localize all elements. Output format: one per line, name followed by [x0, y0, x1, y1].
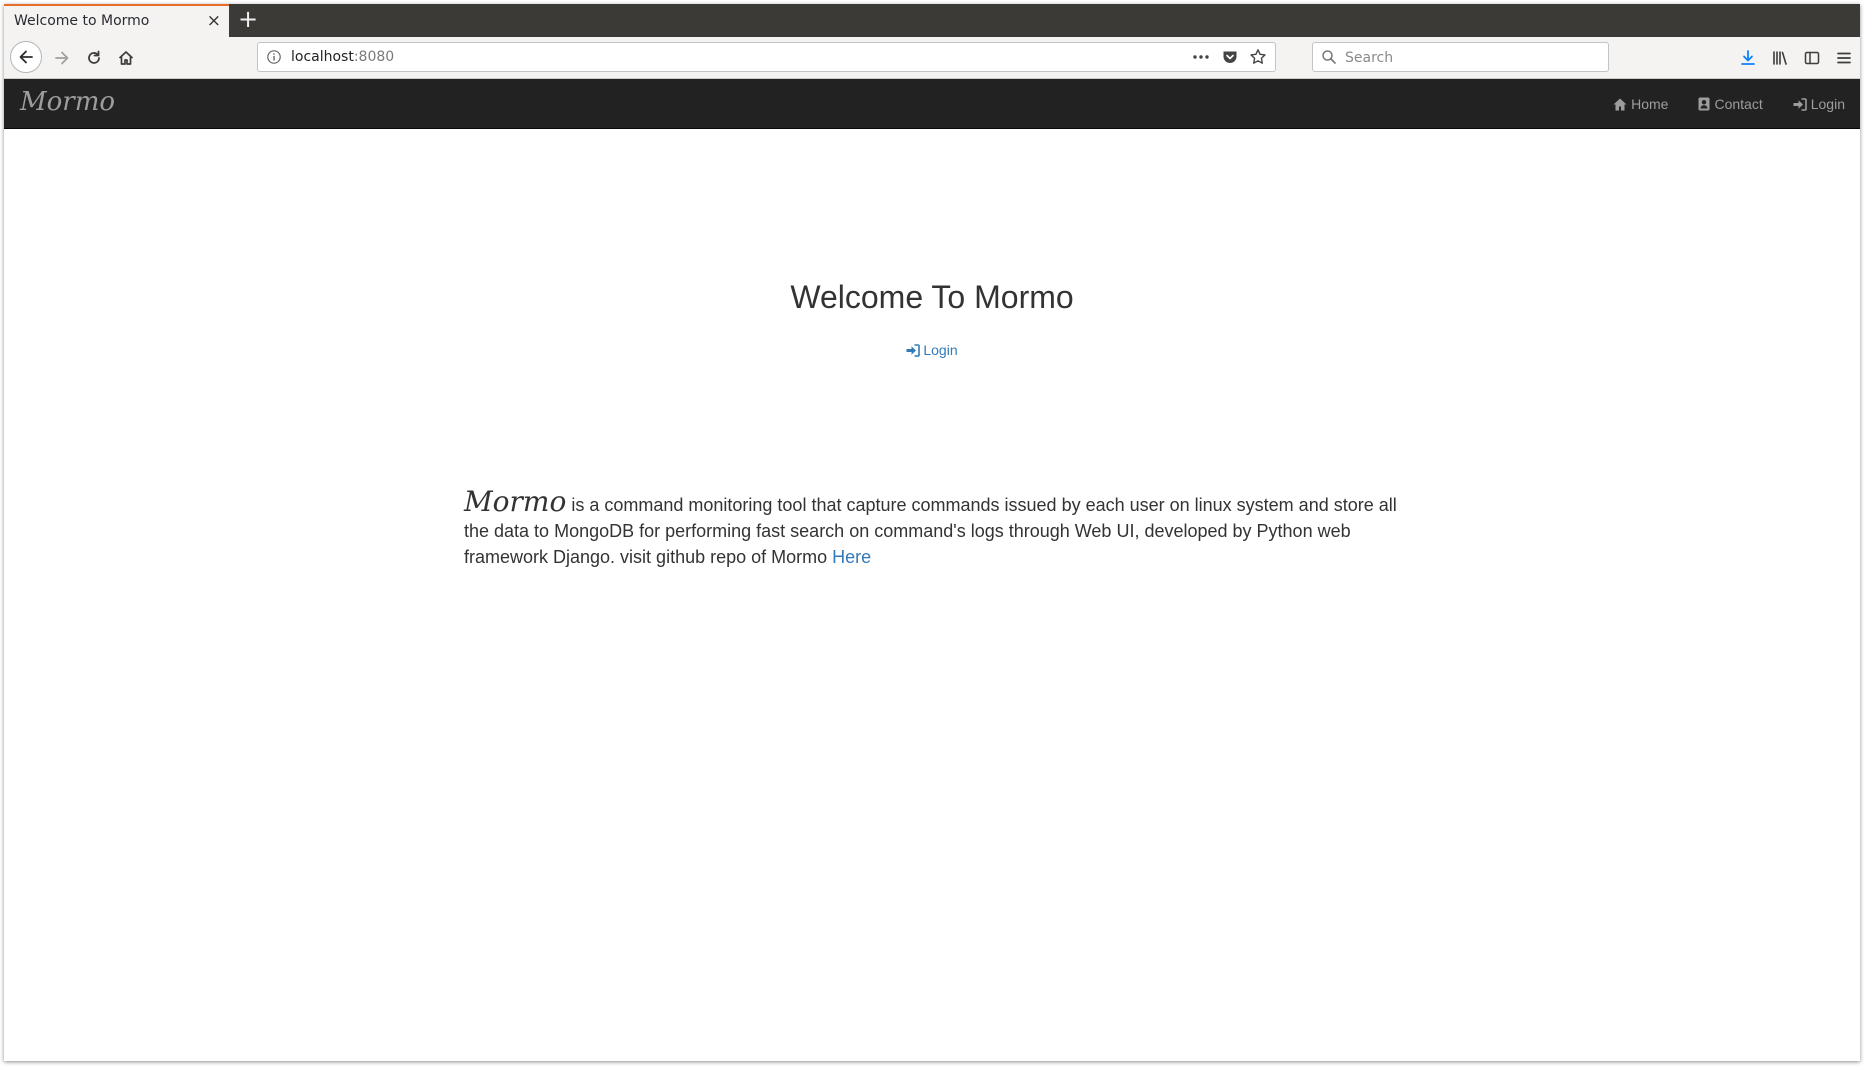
forward-button[interactable] [48, 44, 76, 72]
library-button[interactable] [1764, 44, 1796, 72]
download-icon [1741, 50, 1755, 65]
search-icon [1321, 49, 1337, 70]
pocket-icon[interactable] [1221, 48, 1239, 66]
new-tab-button[interactable]: + [238, 6, 258, 32]
downloads-button[interactable] [1732, 44, 1764, 72]
page-title: Welcome To Mormo [790, 279, 1074, 315]
back-button[interactable] [10, 41, 42, 73]
sign-in-icon [1793, 97, 1807, 111]
tab-strip: Welcome to Mormo × + [4, 4, 1860, 37]
sidebar-button[interactable] [1796, 44, 1828, 72]
nav-login-label: Login [1810, 96, 1845, 112]
home-icon [1613, 98, 1627, 110]
url-port: :8080 [353, 49, 395, 65]
reload-icon [88, 50, 100, 64]
browser-toolbar: localhost:8080 [4, 37, 1860, 79]
description-brand: Mormo [464, 485, 567, 518]
reload-button[interactable] [80, 44, 108, 72]
sign-in-icon [906, 343, 921, 357]
nav-contact[interactable]: Contact [1683, 79, 1777, 129]
info-icon[interactable] [266, 49, 282, 70]
login-link[interactable]: Login [906, 342, 958, 358]
tab-title: Welcome to Mormo [14, 13, 150, 29]
url-text[interactable]: localhost:8080 [291, 49, 394, 65]
tab-active[interactable]: Welcome to Mormo × [4, 4, 229, 37]
more-actions-icon[interactable] [1191, 47, 1211, 67]
arrow-left-icon [19, 50, 33, 64]
nav-home-label: Home [1631, 96, 1669, 112]
github-link[interactable]: Here [832, 547, 871, 567]
url-host: localhost [291, 49, 354, 65]
close-tab-icon[interactable]: × [207, 11, 221, 31]
sidebar-icon [1804, 51, 1820, 65]
nav-contact-label: Contact [1714, 96, 1763, 112]
url-bar[interactable]: localhost:8080 [257, 42, 1276, 72]
arrow-right-icon [55, 51, 69, 65]
nav-home[interactable]: Home [1598, 79, 1683, 129]
home-outline-icon [118, 51, 134, 65]
bookmark-star-icon[interactable] [1249, 48, 1267, 66]
search-bar[interactable] [1312, 42, 1609, 72]
nav-links: Home Contact Login [1598, 79, 1860, 129]
site-navbar: Mormo Home Contact Login [4, 79, 1860, 129]
toolbar-right [1732, 44, 1860, 72]
search-input[interactable] [1343, 47, 1602, 69]
library-icon [1773, 51, 1787, 65]
home-button[interactable] [112, 44, 140, 72]
contact-icon [1698, 97, 1710, 111]
brand-logo[interactable]: Mormo [20, 87, 115, 117]
hamburger-icon [1837, 52, 1851, 64]
login-link-wrapper: Login [4, 342, 1860, 362]
description-text: is a command monitoring tool that captur… [464, 495, 1397, 567]
browser-window: Welcome to Mormo × + localhost:8080 Sear… [4, 4, 1860, 1061]
menu-button[interactable] [1828, 44, 1860, 72]
url-actions [1191, 47, 1267, 67]
nav-login[interactable]: Login [1778, 79, 1860, 129]
description: Mormo is a command monitoring tool that … [464, 488, 1414, 570]
login-link-label: Login [923, 342, 958, 358]
